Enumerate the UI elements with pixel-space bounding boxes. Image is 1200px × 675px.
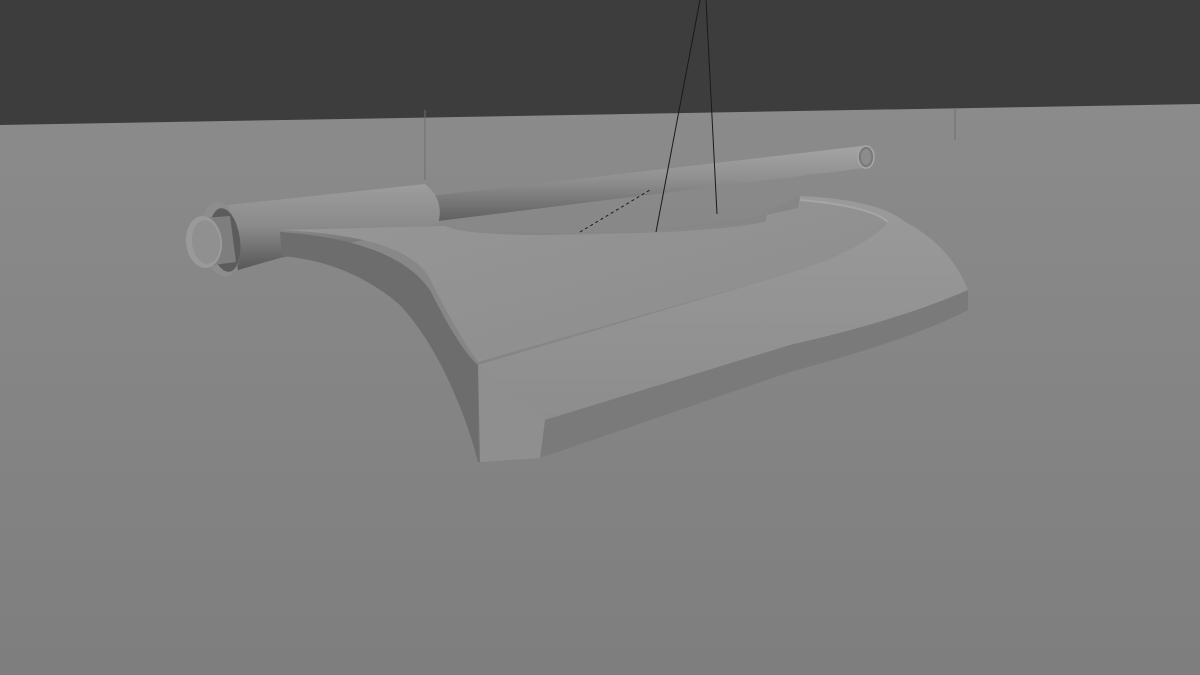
3d-viewport[interactable] (0, 0, 1200, 675)
viewport-canvas[interactable] (0, 0, 1200, 675)
